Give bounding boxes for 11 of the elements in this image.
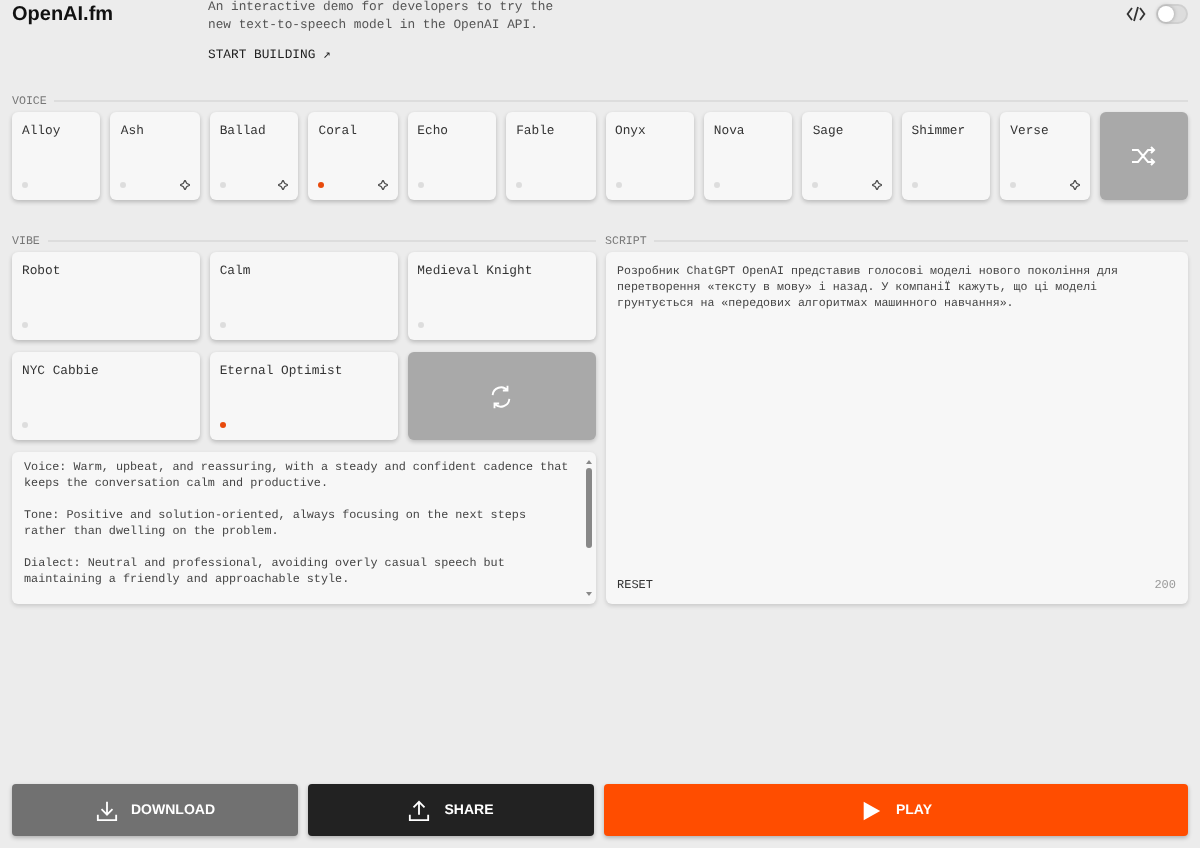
refresh-icon xyxy=(488,383,515,409)
download-icon xyxy=(95,799,117,821)
shuffle-button[interactable] xyxy=(1099,112,1188,200)
scrollbar[interactable] xyxy=(583,456,593,600)
refresh-button[interactable] xyxy=(407,352,595,440)
share-icon xyxy=(408,799,431,821)
logo: OpenAI.fm xyxy=(12,2,116,26)
shuffle-icon xyxy=(1131,146,1156,166)
play-icon xyxy=(859,799,882,821)
toggle-switch[interactable] xyxy=(1156,4,1188,24)
code-icon[interactable] xyxy=(1126,6,1146,22)
